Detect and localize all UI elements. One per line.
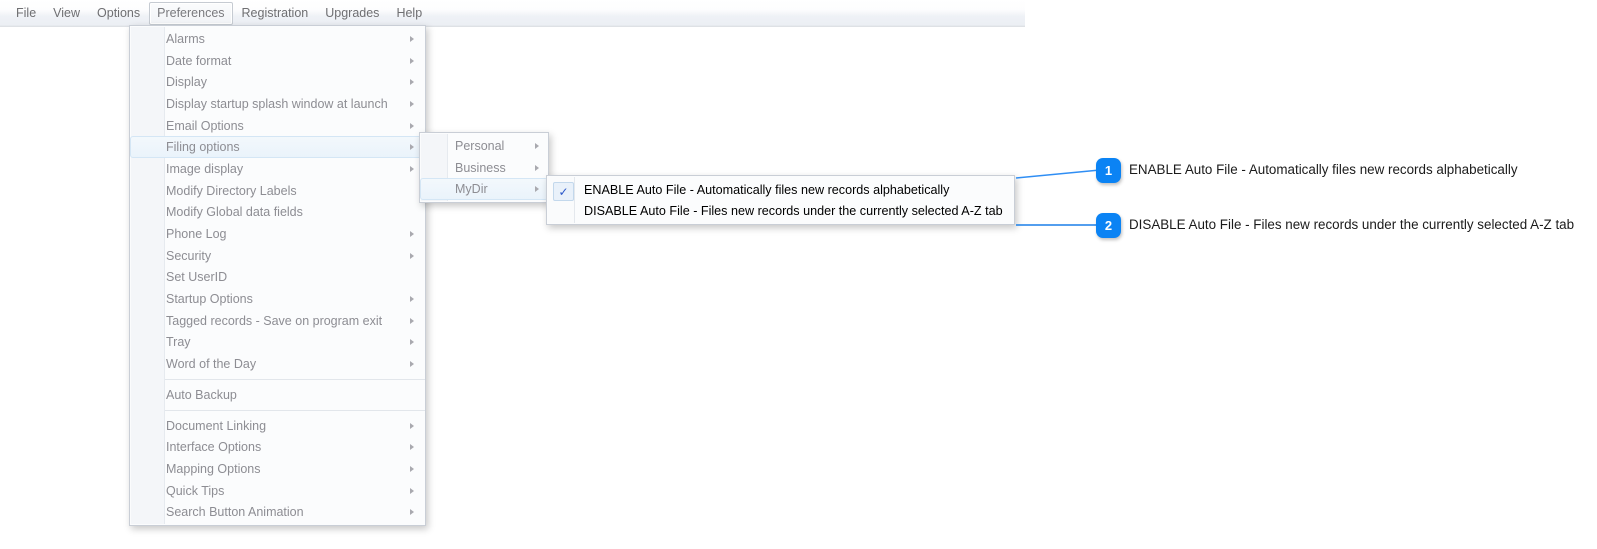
menu-item-security[interactable]: Security: [130, 245, 425, 267]
annotation-badge-1: 1: [1096, 158, 1121, 183]
submenu-arrow-icon: [410, 509, 414, 516]
menu-item-modify-global-data-fields[interactable]: Modify Global data fields: [130, 202, 425, 224]
submenu-arrow-icon: [410, 122, 414, 129]
submenu-arrow-icon: [535, 186, 539, 193]
menu-separator: [141, 379, 425, 380]
menu-item-filing-options[interactable]: Filing options: [130, 136, 425, 159]
menu-item-startup-options[interactable]: Startup Options: [130, 288, 425, 310]
menu-item-business[interactable]: Business: [420, 157, 548, 179]
annotation-badge-2: 2: [1096, 213, 1121, 238]
menu-item-label: Word of the Day: [166, 357, 257, 372]
submenu-arrow-icon: [410, 317, 414, 324]
menu-item-enable-auto-file-automatically-files-new-records[interactable]: ✓ ENABLE Auto File - Automatically files …: [547, 179, 1014, 201]
menu-item-label: Quick Tips: [166, 483, 225, 498]
submenu-arrow-icon: [410, 100, 414, 107]
submenu-arrow-icon: [410, 79, 414, 86]
menu-item-label: Set UserID: [166, 270, 228, 285]
menu-item-label: Modify Global data fields: [166, 205, 303, 220]
menu-item-disable-auto-file-files-new-records-under-the-cu[interactable]: DISABLE Auto File - Files new records un…: [547, 200, 1014, 221]
menu-item-word-of-the-day[interactable]: Word of the Day: [130, 353, 425, 375]
menu-separator: [141, 409, 425, 411]
menu-item-label: Personal: [455, 138, 505, 153]
menu-item-tray[interactable]: Tray: [130, 332, 425, 354]
menu-item-interface-options[interactable]: Interface Options: [130, 436, 425, 458]
menu-item-label: MyDir: [455, 182, 488, 197]
submenu-arrow-icon: [410, 144, 414, 151]
menu-item-label: Search Button Animation: [166, 505, 304, 520]
menubar-item-file[interactable]: File: [8, 2, 44, 25]
menubar-item-registration[interactable]: Registration: [234, 2, 317, 25]
submenu-arrow-icon: [410, 57, 414, 64]
submenu-arrow-icon: [410, 422, 414, 429]
menu-item-mapping-options[interactable]: Mapping Options: [130, 458, 425, 480]
menu-item-label: Auto Backup: [166, 387, 237, 402]
menu-item-label: Image display: [166, 161, 244, 176]
application-menu-bar: File View Options Preferences Registrati…: [0, 0, 1025, 27]
menu-item-label: Filing options: [166, 140, 240, 155]
submenu-arrow-icon: [410, 465, 414, 472]
menubar-item-preferences[interactable]: Preferences: [149, 2, 233, 25]
menubar-item-view[interactable]: View: [45, 2, 88, 25]
menubar-item-help[interactable]: Help: [388, 2, 430, 25]
menu-item-alarms[interactable]: Alarms: [130, 28, 425, 50]
menu-item-label: Tray: [166, 335, 191, 350]
menu-item-quick-tips[interactable]: Quick Tips: [130, 480, 425, 502]
filing-options-submenu: Personal Business MyDir: [419, 132, 549, 204]
menu-item-document-linking[interactable]: Document Linking: [130, 415, 425, 437]
menu-item-label: Mapping Options: [166, 461, 261, 476]
menu-item-label: Business: [455, 160, 506, 175]
menu-item-label: Display: [166, 75, 207, 90]
menu-item-date-format[interactable]: Date format: [130, 50, 425, 72]
menubar-item-upgrades[interactable]: Upgrades: [317, 2, 387, 25]
menu-item-auto-backup[interactable]: Auto Backup: [130, 384, 425, 406]
menu-item-label: Display startup splash window at launch: [166, 96, 388, 111]
checkmark-icon: ✓: [553, 182, 574, 201]
menu-item-label: Security: [166, 248, 212, 263]
menu-item-modify-directory-labels[interactable]: Modify Directory Labels: [130, 180, 425, 202]
menu-item-label: Document Linking: [166, 418, 267, 433]
submenu-arrow-icon: [410, 361, 414, 368]
submenu-arrow-icon: [410, 231, 414, 238]
submenu-arrow-icon: [535, 164, 539, 171]
menu-item-phone-log[interactable]: Phone Log: [130, 223, 425, 245]
menu-item-label: Interface Options: [166, 440, 262, 455]
menu-item-set-userid[interactable]: Set UserID: [130, 267, 425, 289]
menu-item-label: Email Options: [166, 118, 244, 133]
menu-item-label: DISABLE Auto File - Files new records un…: [584, 203, 1003, 218]
menu-item-display-startup-splash-window-at-launch[interactable]: Display startup splash window at launch: [130, 93, 425, 115]
menu-item-label: Phone Log: [166, 227, 227, 242]
submenu-arrow-icon: [410, 444, 414, 451]
menu-item-image-display[interactable]: Image display: [130, 158, 425, 180]
menu-item-label: Startup Options: [166, 292, 253, 307]
submenu-arrow-icon: [410, 296, 414, 303]
leader-line-1: [1015, 169, 1101, 179]
menubar-item-options[interactable]: Options: [89, 2, 148, 25]
menu-item-email-options[interactable]: Email Options: [130, 115, 425, 137]
menu-item-label: ENABLE Auto File - Automatically files n…: [584, 182, 950, 197]
menu-item-label: Date format: [166, 53, 232, 68]
submenu-arrow-icon: [410, 252, 414, 259]
menu-item-tagged-records-save-on-program-exit[interactable]: Tagged records - Save on program exit: [130, 310, 425, 332]
mydir-submenu: ✓ ENABLE Auto File - Automatically files …: [546, 175, 1015, 225]
annotation-text-1: ENABLE Auto File - Automatically files n…: [1129, 162, 1518, 177]
submenu-arrow-icon: [410, 339, 414, 346]
submenu-arrow-icon: [410, 35, 414, 42]
annotation-text-2: DISABLE Auto File - Files new records un…: [1129, 217, 1575, 232]
menu-item-display[interactable]: Display: [130, 71, 425, 93]
submenu-arrow-icon: [410, 487, 414, 494]
menu-item-label: Alarms: [166, 31, 205, 46]
menu-item-mydir[interactable]: MyDir: [420, 178, 548, 201]
menu-item-label: Modify Directory Labels: [166, 183, 297, 198]
menu-item-search-button-animation[interactable]: Search Button Animation: [130, 501, 425, 523]
menu-item-personal[interactable]: Personal: [420, 135, 548, 157]
submenu-arrow-icon: [410, 165, 414, 172]
menu-item-label: Tagged records - Save on program exit: [166, 313, 383, 328]
preferences-dropdown-menu: Alarms Date format Display Display startup …: [129, 25, 426, 527]
submenu-arrow-icon: [535, 142, 539, 149]
